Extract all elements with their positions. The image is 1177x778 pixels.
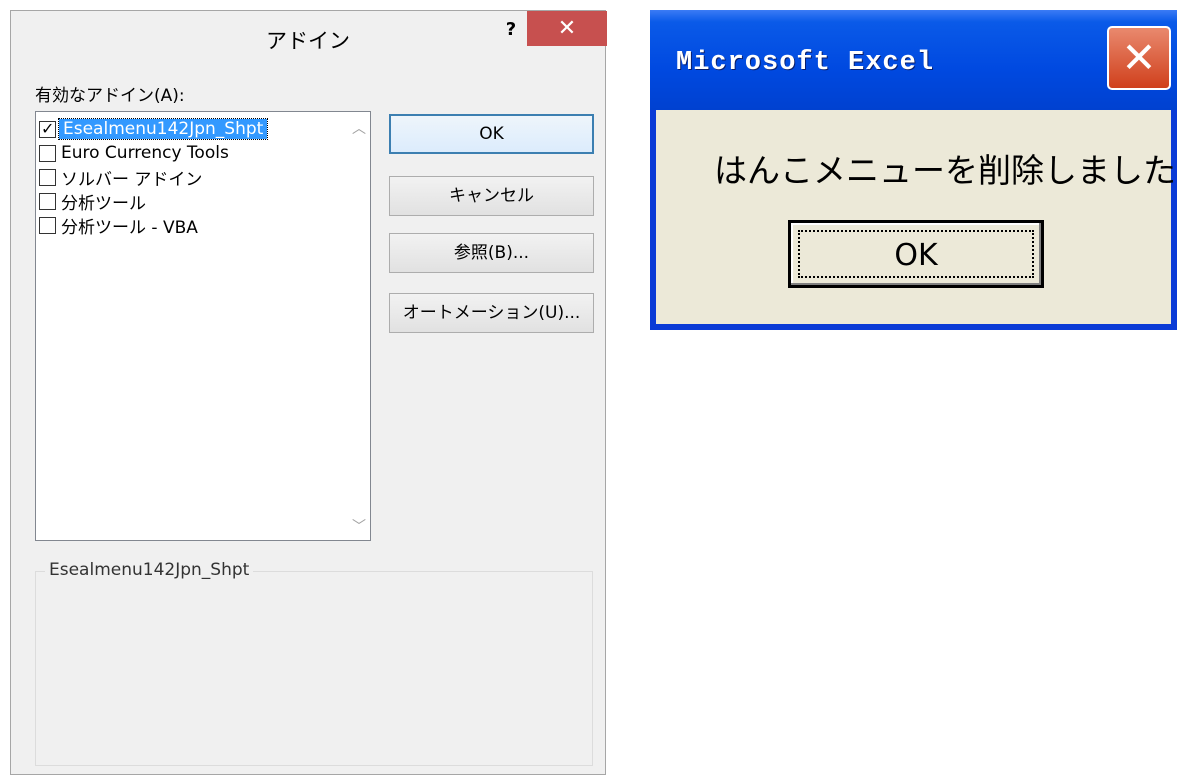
addin-item-analysis-toolpak-vba[interactable]: 分析ツール - VBA <box>39 214 200 238</box>
addin-item-label: 分析ツール - VBA <box>61 217 198 238</box>
ok-button[interactable]: OK <box>389 114 594 154</box>
addin-item-label: Esealmenu142Jpn_Shpt <box>57 118 269 140</box>
message-box-title: Microsoft Excel <box>676 48 935 78</box>
scroll-down-icon[interactable]: ﹀ <box>348 516 370 536</box>
automation-button[interactable]: オートメーション(U)... <box>389 293 594 333</box>
addins-list-label: 有効なアドイン(A): <box>35 86 185 106</box>
addin-item-analysis-toolpak[interactable]: 分析ツール <box>39 190 148 214</box>
addin-item-label: 分析ツール <box>61 193 146 214</box>
addin-item-esealmenu[interactable]: ✓ Esealmenu142Jpn_Shpt <box>39 118 269 140</box>
addin-item-label: Euro Currency Tools <box>61 143 229 163</box>
message-box-ok-button[interactable]: OK <box>788 220 1044 288</box>
message-box-body: はんこメニューを削除しました。 OK <box>656 110 1177 324</box>
listbox-scrollbar[interactable]: ︿ ﹀ <box>348 112 370 540</box>
message-box-titlebar: Microsoft Excel ✕ <box>650 10 1177 110</box>
close-button[interactable]: ✕ <box>527 11 607 46</box>
addins-titlebar: アドイン ? ✕ <box>11 11 607 65</box>
message-box-close-button[interactable]: ✕ <box>1107 26 1171 90</box>
addin-item-label: ソルバー アドイン <box>61 169 203 190</box>
browse-button[interactable]: 参照(B)... <box>389 233 594 273</box>
addin-item-euro-currency-tools[interactable]: Euro Currency Tools <box>39 142 231 164</box>
addins-dialog: アドイン ? ✕ 有効なアドイン(A): ✓ Esealmenu142Jpn_S… <box>10 10 607 775</box>
scroll-up-icon[interactable]: ︿ <box>348 118 370 138</box>
addin-checkbox-esealmenu[interactable]: ✓ <box>39 118 56 138</box>
excel-message-box: Microsoft Excel ✕ はんこメニューを削除しました。 OK <box>650 10 1177 330</box>
close-icon: ✕ <box>557 16 577 41</box>
close-icon: ✕ <box>1121 33 1157 82</box>
checkmark-icon: ✓ <box>41 118 55 138</box>
addin-checkbox-analysis-toolpak-vba[interactable] <box>39 216 56 234</box>
message-text: はんこメニューを削除しました。 <box>714 151 1177 190</box>
cancel-button[interactable]: キャンセル <box>389 176 594 216</box>
addin-item-solver[interactable]: ソルバー アドイン <box>39 166 204 190</box>
addin-checkbox-euro-currency-tools[interactable] <box>39 144 56 162</box>
ok-button-label: OK <box>798 230 1034 278</box>
description-title: Esealmenu142Jpn_Shpt <box>45 560 254 580</box>
addins-listbox[interactable]: ✓ Esealmenu142Jpn_Shpt Euro Currency Too… <box>35 111 371 541</box>
addin-checkbox-analysis-toolpak[interactable] <box>39 192 56 210</box>
description-group <box>35 571 593 766</box>
addin-checkbox-solver[interactable] <box>39 168 56 186</box>
